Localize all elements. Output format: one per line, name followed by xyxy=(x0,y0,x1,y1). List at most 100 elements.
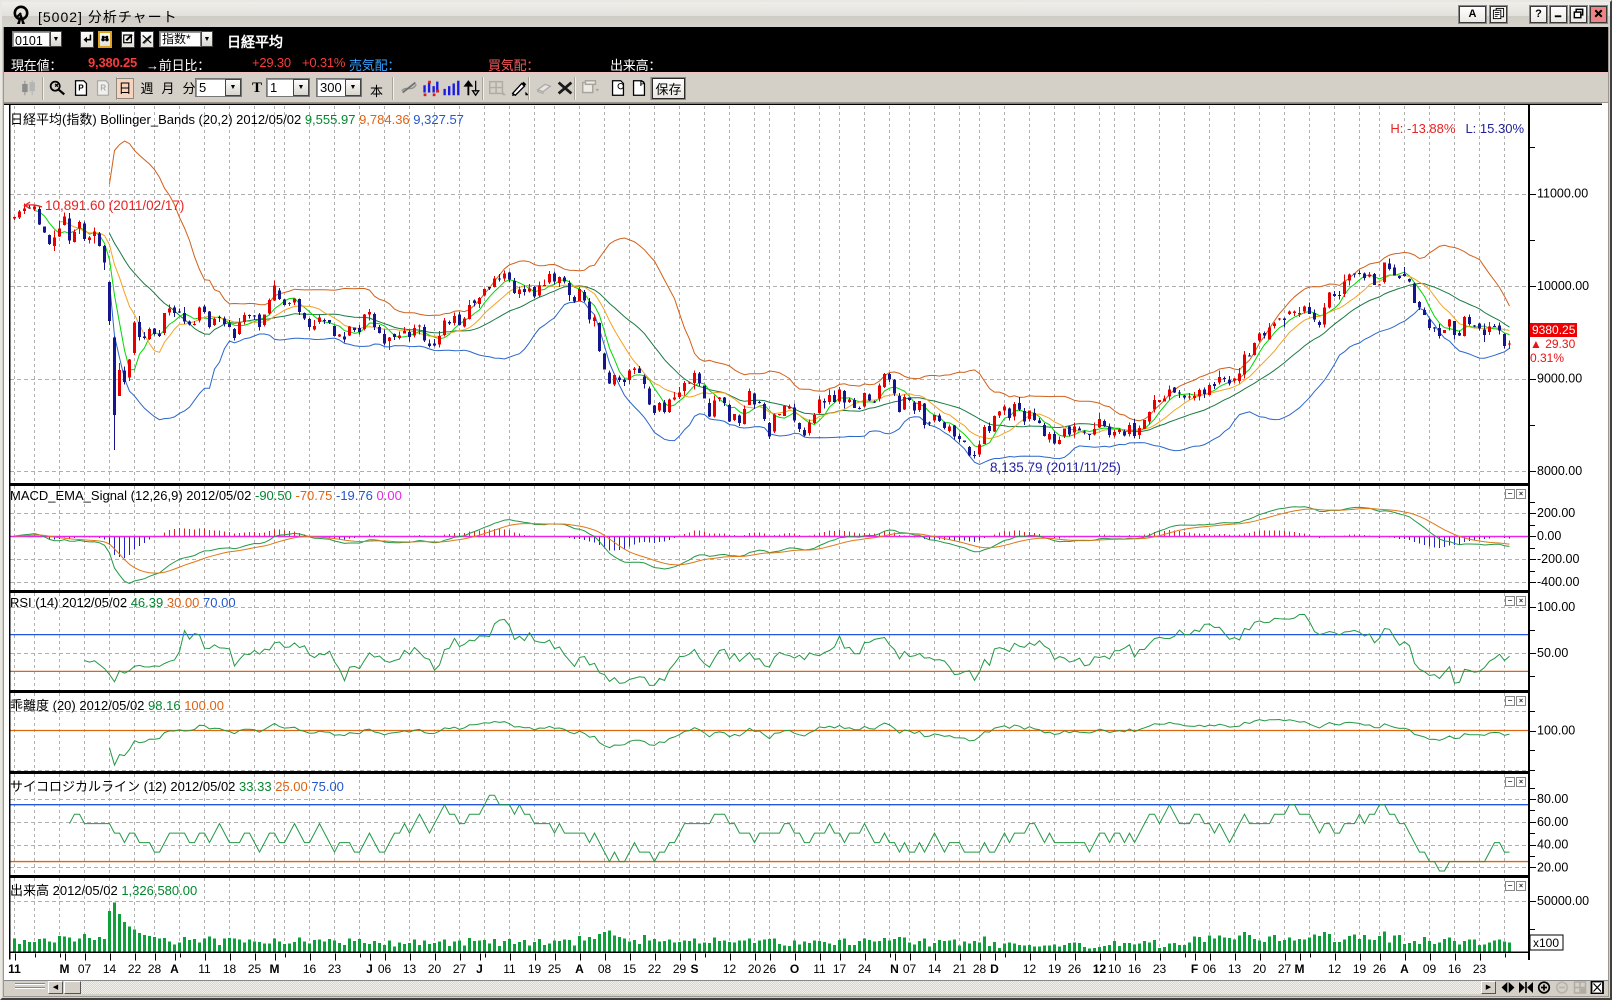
period-low-text: 8,135.79 (2011/11/25) xyxy=(990,460,1121,475)
svg-text:21: 21 xyxy=(953,962,967,976)
symbol-code-dropdown[interactable]: ▼ xyxy=(50,31,62,47)
category-dropdown[interactable]: ▼ xyxy=(201,31,213,47)
legend-macd: MACD_EMA_Signal (12,26,9) 2012/05/02 -90… xyxy=(10,488,402,503)
pane-close-button-vol[interactable]: × xyxy=(1516,881,1526,891)
help-button[interactable]: ? xyxy=(1529,5,1548,24)
price-tag-pct: 0.31% xyxy=(1530,351,1565,365)
legend-rsi-title: RSI (14) 2012/05/02 xyxy=(10,595,128,610)
minute-value-dropdown[interactable]: ▼ xyxy=(225,79,241,96)
close-chart-button[interactable] xyxy=(1589,981,1605,994)
zoom-icon[interactable] xyxy=(46,76,68,100)
delete-icon[interactable] xyxy=(554,76,576,100)
minimize-button[interactable] xyxy=(1549,5,1568,24)
period-monthly-button[interactable]: 月 xyxy=(159,78,177,99)
legend-psy-title: サイコロジカルライン (12) 2012/05/02 xyxy=(10,779,236,794)
pane-minimize-button-vol[interactable]: − xyxy=(1505,881,1515,891)
candlestick-icon[interactable] xyxy=(18,76,40,100)
zoom-in-button[interactable] xyxy=(1536,981,1552,994)
count-value-dropdown[interactable]: ▼ xyxy=(345,79,361,96)
category-value[interactable]: 指数* xyxy=(160,32,200,47)
svg-text:A: A xyxy=(1400,962,1409,976)
legend-volume: 出来高 2012/05/02 1,326,580.00 xyxy=(10,880,197,899)
symbol-code-box xyxy=(12,31,50,48)
no-draw-button[interactable] xyxy=(140,30,154,48)
enter-button[interactable] xyxy=(80,30,94,48)
scrollbar-grip[interactable] xyxy=(12,981,48,994)
macd-value: -90.50 xyxy=(255,488,292,503)
zoom-out-button[interactable] xyxy=(1554,981,1570,994)
scrollbar-thumb[interactable] xyxy=(64,981,81,994)
svg-text:-200.00: -200.00 xyxy=(1537,552,1579,566)
copy-window-button[interactable] xyxy=(1489,5,1508,24)
scroll-right-button[interactable]: ▶ xyxy=(1481,981,1496,994)
eraser-icon[interactable] xyxy=(533,76,555,100)
category-box: 指数* xyxy=(159,31,201,47)
new-page-icon[interactable] xyxy=(607,76,629,100)
svg-text:10000.00: 10000.00 xyxy=(1537,279,1589,293)
chart-canvas[interactable]: 11000.0010000.009000.008000.00200.000.00… xyxy=(2,103,1612,980)
svg-text:08: 08 xyxy=(598,962,612,976)
font-button[interactable]: A xyxy=(1458,5,1487,24)
restore-button[interactable] xyxy=(1569,5,1588,24)
svg-text:S: S xyxy=(690,962,698,976)
period-low-annotation: 8,135.79 (2011/11/25) xyxy=(990,460,1121,475)
svg-text:11: 11 xyxy=(198,962,211,976)
text-tool-button[interactable]: T xyxy=(249,78,265,99)
svg-text:20: 20 xyxy=(1253,962,1267,976)
page-r-icon[interactable]: R xyxy=(92,76,114,100)
scrollbar-track[interactable] xyxy=(81,981,1481,994)
pane-close-button-kairi[interactable]: × xyxy=(1516,696,1526,706)
volume-chart-icon[interactable] xyxy=(440,76,462,100)
svg-text:11: 11 xyxy=(503,962,516,976)
svg-text:12: 12 xyxy=(1328,962,1342,976)
legend-rsi: RSI (14) 2012/05/02 46.39 30.00 70.00 xyxy=(10,595,236,610)
toolbar-separator xyxy=(574,77,576,100)
from-value-box: ▼ xyxy=(266,78,310,97)
rsi-value: 46.39 xyxy=(130,595,164,610)
svg-text:13: 13 xyxy=(403,962,417,976)
symbol-code-input[interactable] xyxy=(13,34,49,48)
chart-toolbar: PR日週月分▼T▼▼本P保存 xyxy=(4,74,1608,103)
svg-text:19: 19 xyxy=(528,962,542,976)
svg-text:17: 17 xyxy=(833,962,847,976)
expand-bars-button[interactable] xyxy=(1500,981,1516,994)
page-p-icon[interactable]: P xyxy=(70,76,92,100)
pane-minimize-button-kairi[interactable]: − xyxy=(1505,696,1515,706)
svg-text:14: 14 xyxy=(928,962,942,976)
pane-close-button-macd[interactable]: × xyxy=(1516,489,1526,499)
pane-controls-psy: − × xyxy=(1504,777,1526,795)
chart-area: 11000.00 10000.00 9000.00 8000.00 200.00 0.00… xyxy=(2,103,1612,980)
svg-text:N: N xyxy=(890,962,899,976)
svg-text:26: 26 xyxy=(1068,962,1082,976)
svg-text:R: R xyxy=(100,84,106,93)
scroll-left-button[interactable]: ◀ xyxy=(48,981,63,994)
compare-chart-icon[interactable] xyxy=(419,76,441,100)
collapse-bars-button[interactable] xyxy=(1518,981,1534,994)
save-button[interactable]: 保存 xyxy=(651,77,686,100)
grid-view-button[interactable] xyxy=(1572,981,1588,994)
pane-close-button-psy[interactable]: × xyxy=(1516,777,1526,787)
svg-text:9000.00: 9000.00 xyxy=(1537,372,1582,386)
period-daily-button[interactable]: 日 xyxy=(116,78,134,99)
close-button[interactable] xyxy=(1589,5,1608,24)
pane-minimize-button-psy[interactable]: − xyxy=(1505,777,1515,787)
from-value-dropdown[interactable]: ▼ xyxy=(293,79,309,96)
rsi-high-value: 70.00 xyxy=(203,595,236,610)
pane-minimize-button-rsi[interactable]: − xyxy=(1505,596,1515,606)
layout-icon[interactable] xyxy=(579,76,601,100)
kairi-value: 98.16 xyxy=(148,698,181,713)
pane-close-button-rsi[interactable]: × xyxy=(1516,596,1526,606)
register-button[interactable] xyxy=(121,30,135,48)
title-bar[interactable]: [5002] 分析チャート A ? xyxy=(2,2,1610,27)
xaxis-labels: 11 M 07 14 22 28 A 11 18 25 M 16 23 J 06 13 20 27 J 11 19 25 A… xyxy=(8,962,1486,976)
pencil-tool-icon[interactable] xyxy=(508,76,530,100)
svg-text:27: 27 xyxy=(1278,962,1292,976)
grid-tool-icon[interactable] xyxy=(486,76,508,100)
draw-line-icon[interactable] xyxy=(398,76,420,100)
sort-arrows-icon[interactable] xyxy=(461,76,483,100)
svg-text:10: 10 xyxy=(1108,962,1122,976)
page-property-icon[interactable]: P xyxy=(628,76,650,100)
pane-minimize-button-macd[interactable]: − xyxy=(1505,489,1515,499)
search-button[interactable] xyxy=(98,30,112,48)
period-weekly-button[interactable]: 週 xyxy=(138,78,156,99)
